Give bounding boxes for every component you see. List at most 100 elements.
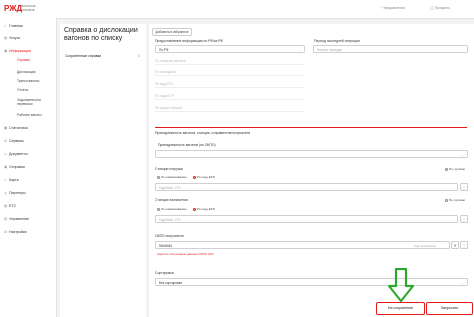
dest-stations-label: Станции назначения xyxy=(155,198,188,202)
sidebar-item-info[interactable]: ▣ Информация xyxy=(4,49,31,53)
sidebar-item-home[interactable]: ⌂ Главная xyxy=(4,24,23,28)
sort-select[interactable]: Без сортировки ⌄ xyxy=(155,278,468,286)
period-start-field[interactable]: Начало периода xyxy=(313,45,468,53)
receiver-okpo-input[interactable]: 5t2e8061 xyxy=(155,241,450,249)
chevron-down-icon: ⌄ xyxy=(298,48,301,52)
load-by-esr-radio[interactable]: По коду ЕСР xyxy=(193,175,215,179)
sidebar-item-label: Услуги xyxy=(9,36,21,40)
station-codes-field[interactable]: По кодам станций xyxy=(155,104,305,112)
radio-on-icon xyxy=(193,175,196,179)
load-station-placeholder: Код/Назв. СТН xyxy=(159,186,181,190)
sort-label: Сортировка xyxy=(155,271,174,275)
receiver-okpo-value: 5t2e8061 xyxy=(159,244,173,248)
radio-label: По наименованию xyxy=(161,175,187,179)
affiliation-section-label: Принадлежность вагонов, станции, отправи… xyxy=(155,131,251,135)
receiver-okpo-label: ОКПО получателя xyxy=(155,234,184,238)
profile-label: Профиль xyxy=(434,6,450,10)
sidebar-item-label: Отправки xyxy=(9,165,25,169)
sidebar-item-label: Управление xyxy=(9,217,29,221)
page-title: Справка о дислокации вагонов по списку xyxy=(64,27,138,42)
load-stations-label: Станции погрузки xyxy=(155,167,183,171)
sidebar-subitem-reports[interactable]: Отчеты xyxy=(17,88,28,92)
wagon-okpo-label: Принадлежность вагонов (по ОКПО) xyxy=(158,143,216,147)
esr-code-field[interactable]: По коду ЕСР xyxy=(155,92,305,100)
load-station-input[interactable]: Код/Назв. СТН xyxy=(155,183,458,191)
radio-off-icon xyxy=(157,175,160,179)
add-favorite-button[interactable]: Добавить в избранное xyxy=(152,28,192,36)
wagon-numbers-field[interactable]: По номерам вагонов xyxy=(155,57,305,65)
dest-groups-label: По группам xyxy=(449,198,465,202)
radio-label: По коду ЕСР xyxy=(197,175,215,179)
sidebar-item-shipments[interactable]: ▣ Отправки xyxy=(4,165,25,169)
sidebar-item-map[interactable]: ◇ Карта xyxy=(4,178,19,182)
sidebar-item-partners[interactable]: ◎ Партнеры xyxy=(4,191,26,195)
provision-label: Предоставление информации по РФ/за РФ xyxy=(155,39,224,43)
radio-off-icon xyxy=(445,198,448,202)
sidebar-item-label: Статистика xyxy=(9,126,28,130)
sidebar-item-label: Партнеры xyxy=(9,191,26,195)
sidebar-subitem-wagons[interactable]: Трансп.вагоны xyxy=(17,79,39,83)
rzd-logo[interactable]: РЖД xyxy=(4,4,22,14)
sort-value: Без сортировки xyxy=(159,281,182,285)
provision-value: По РФ xyxy=(159,48,169,52)
chevron-down-icon: ⌄ xyxy=(461,281,464,285)
provision-select[interactable]: По РФ ⌄ xyxy=(155,45,305,53)
sidebar-item-label: Информация xyxy=(9,49,32,53)
saved-queries-panel xyxy=(60,24,146,317)
dest-groups-toggle[interactable]: По группам xyxy=(445,198,465,202)
sidebar-item-services[interactable]: ▤ Услуги xyxy=(4,36,20,40)
dest-station-input[interactable]: Код/Назв. СТН xyxy=(155,215,458,223)
sidebar-item-settings[interactable]: ⚙ Настройки xyxy=(4,230,27,234)
sidebar: ⌂ Главная ▤ Услуги ▣ Информация Справки Дис… xyxy=(0,18,57,317)
radio-on-icon xyxy=(193,207,196,211)
annotation-arrow-icon xyxy=(388,268,414,302)
wagon-okpo-select[interactable]: ⌄ xyxy=(155,150,468,158)
dest-station-more-button[interactable]: ⋮ xyxy=(460,215,468,223)
section-divider xyxy=(155,127,467,128)
radio-off-icon xyxy=(445,167,448,171)
sidebar-item-label: Сервисы xyxy=(9,139,24,143)
load-groups-label: По группам xyxy=(449,167,465,171)
waybill-field[interactable]: По накладной xyxy=(155,68,305,76)
dest-station-placeholder: Код/Назв. СТН xyxy=(159,218,181,222)
dest-by-name-radio[interactable]: По наименованию xyxy=(157,207,187,211)
brand-caption: ОТКРЫТОЕ ГРУЗОВОЕ xyxy=(19,4,36,12)
ets-code-field[interactable]: По коду ЕТС xyxy=(155,80,305,88)
radio-off-icon xyxy=(157,207,160,211)
sidebar-item-ets[interactable]: ▤ ЕТС xyxy=(4,204,16,208)
receiver-okpo-more-button[interactable]: ⋮ xyxy=(460,241,468,249)
load-by-name-radio[interactable]: По наименованию xyxy=(157,175,187,179)
dest-by-esr-radio[interactable]: По коду ЕСР xyxy=(193,207,215,211)
radio-label: По коду ЕСР xyxy=(197,207,215,211)
sidebar-item-label: ЕТС xyxy=(9,204,17,208)
chevron-down-icon: ⌄ xyxy=(461,153,464,157)
clear-okpo-link[interactable]: Удалить полученные данные ОКПО АСУ xyxy=(157,252,214,256)
period-label: Период последней операции xyxy=(314,39,360,43)
sidebar-item-label: Документы xyxy=(9,152,28,156)
sidebar-subitem-spravki[interactable]: Справки xyxy=(17,58,30,62)
notifications-label: Уведомления xyxy=(383,6,405,10)
period-placeholder: Начало периода xyxy=(317,48,342,52)
top-header: РЖД ОТКРЫТОЕ ГРУЗОВОЕ ◔ Уведомления ◯ Пр… xyxy=(0,0,474,19)
sidebar-subitem-dislocation[interactable]: Дислокация xyxy=(17,70,35,74)
sidebar-item-documents[interactable]: ▭ Документы xyxy=(4,152,28,156)
radio-label: По наименованию xyxy=(161,207,187,211)
profile-link[interactable]: ◯ Профиль xyxy=(430,6,450,10)
load-station-more-button[interactable]: ⋮ xyxy=(460,183,468,191)
save-for-later-button[interactable]: На сохранение xyxy=(376,302,425,315)
sidebar-item-manage[interactable]: ▥ Управление xyxy=(4,217,29,221)
notifications-link[interactable]: ◔ Уведомления xyxy=(380,6,405,10)
sidebar-subitem-working-wagons[interactable]: Рабочие вагоны xyxy=(17,113,42,117)
saved-queries-label[interactable]: Сохранённые справки xyxy=(65,54,101,58)
receiver-okpo-chip: Код получателя xyxy=(414,244,436,248)
saved-queries-count: 0 xyxy=(138,54,140,58)
receiver-okpo-clear-button[interactable]: ✕ xyxy=(451,241,459,249)
load-groups-toggle[interactable]: По группам xyxy=(445,167,465,171)
sidebar-item-tools[interactable]: ⚙ Сервисы xyxy=(4,139,24,143)
request-button[interactable]: Запросить xyxy=(426,302,473,315)
sidebar-item-label: Карта xyxy=(9,178,19,182)
sidebar-item-label: Настройки xyxy=(9,230,27,234)
sidebar-item-stats[interactable]: ▦ Статистика xyxy=(4,126,28,130)
sidebar-subitem-debts[interactable]: Задолженности перевозок xyxy=(17,98,51,106)
sidebar-item-label: Главная xyxy=(9,24,23,28)
